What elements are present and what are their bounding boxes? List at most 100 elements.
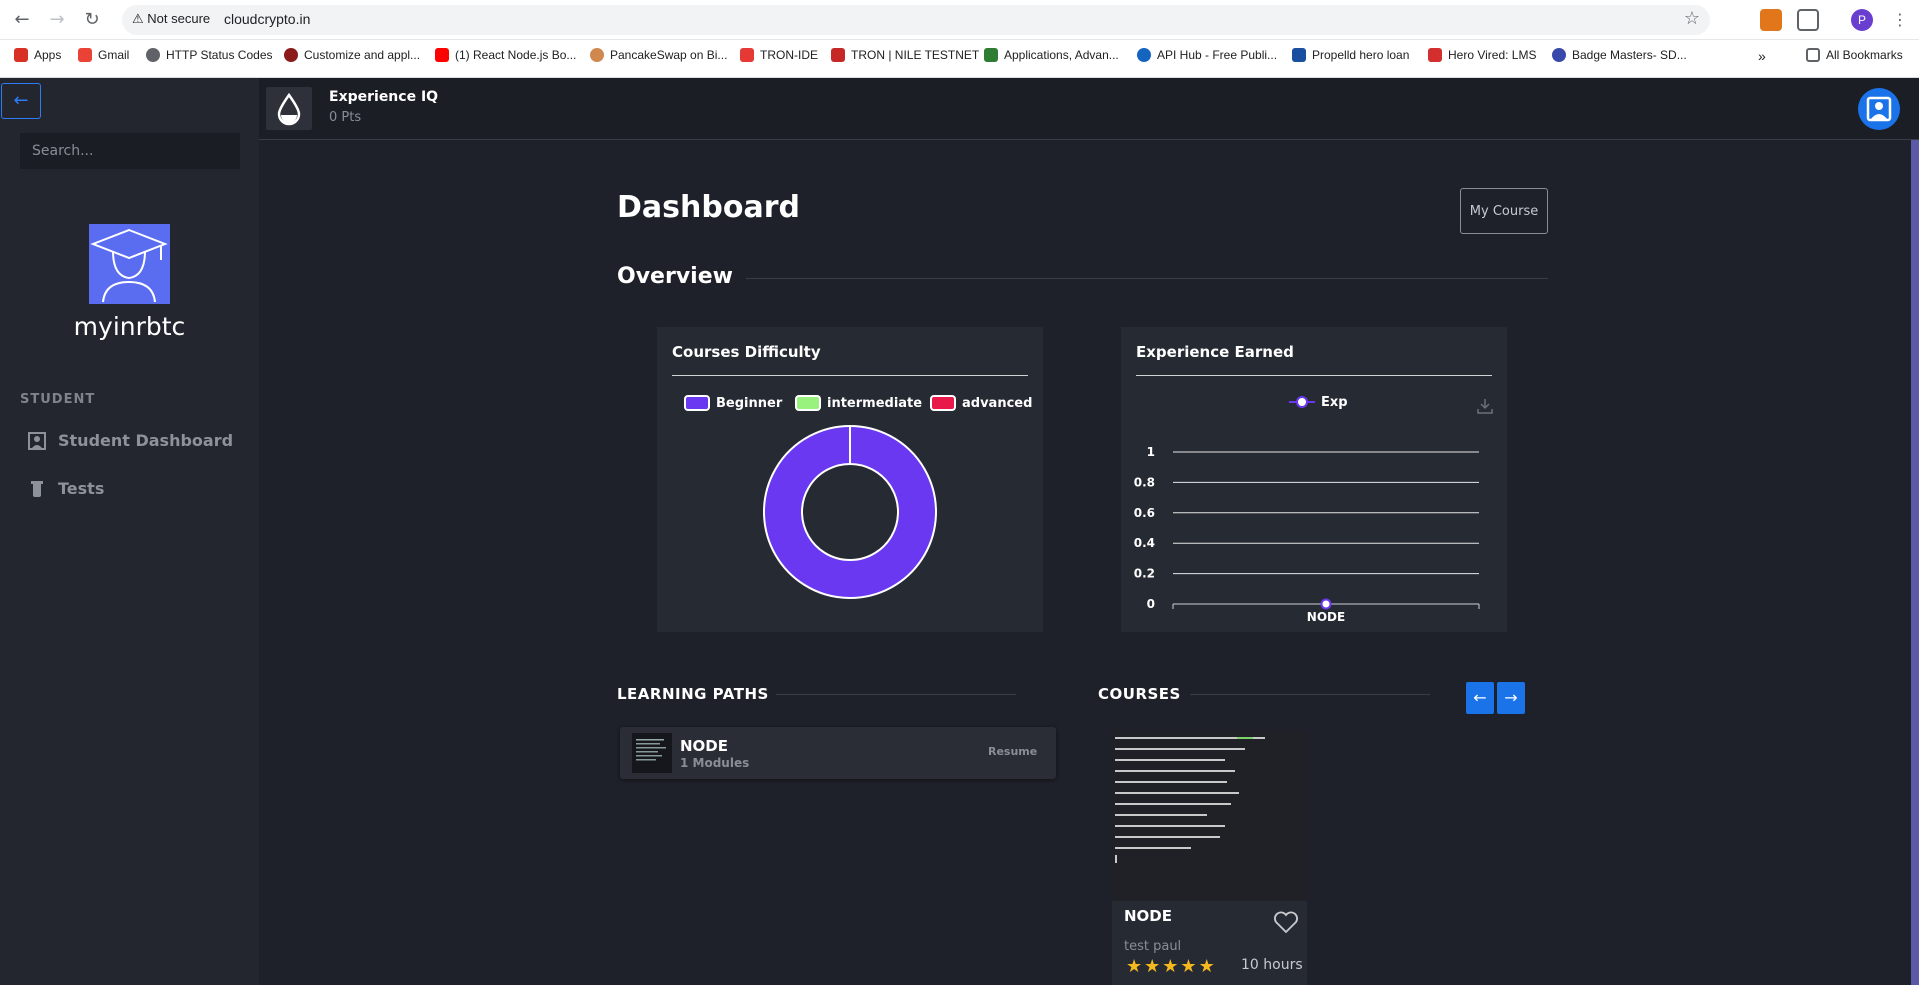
extensions-puzzle-icon[interactable] bbox=[1797, 9, 1819, 31]
courses-difficulty-card: Courses Difficulty Beginner intermediate… bbox=[657, 327, 1043, 632]
address-bar[interactable]: ⚠ Not secure cloudcrypto.in ☆ bbox=[122, 5, 1710, 35]
data-point[interactable] bbox=[1320, 598, 1332, 610]
avatar bbox=[89, 224, 170, 304]
bookmark-tron-ide[interactable]: TRON-IDE bbox=[740, 48, 818, 62]
course-thumbnail bbox=[1112, 731, 1307, 901]
test-tube-icon bbox=[31, 480, 43, 497]
gmail-icon bbox=[78, 48, 92, 62]
app-header: Experience IQ 0 Pts bbox=[259, 78, 1919, 140]
experience-earned-card: Experience Earned Exp 1 0.8 0.6 0.4 0.2 0 NODE bbox=[1121, 327, 1507, 632]
star-icon: ★ bbox=[1180, 956, 1197, 977]
back-arrow-icon[interactable]: ← bbox=[10, 8, 34, 32]
bookmark-badge-masters[interactable]: Badge Masters- SD... bbox=[1552, 48, 1687, 62]
scrollbar[interactable] bbox=[1911, 140, 1919, 985]
legend-swatch bbox=[684, 395, 710, 411]
difficulty-donut-chart bbox=[763, 425, 937, 599]
download-icon[interactable] bbox=[1476, 397, 1494, 415]
course-card[interactable]: NODE test paul ★ ★ ★ ★ ★ 10 hours bbox=[1112, 731, 1307, 985]
divider bbox=[672, 375, 1028, 376]
learning-paths-heading: LEARNING PATHS bbox=[617, 685, 769, 703]
terminal-screenshot-icon bbox=[1115, 737, 1265, 863]
sidebar-item-student-dashboard[interactable]: Student Dashboard bbox=[28, 431, 233, 450]
legend-item-beginner[interactable]: Beginner bbox=[684, 395, 782, 411]
experience-line-chart: 1 0.8 0.6 0.4 0.2 0 NODE bbox=[1134, 445, 1480, 624]
legend-swatch bbox=[930, 395, 956, 411]
user-profile-icon bbox=[1866, 96, 1892, 122]
star-icon: ★ bbox=[1198, 956, 1215, 977]
forward-arrow-icon[interactable]: → bbox=[45, 8, 69, 32]
water-drop-icon bbox=[277, 92, 301, 126]
browser-menu-icon[interactable]: ⋮ bbox=[1892, 8, 1908, 32]
divider bbox=[1136, 375, 1492, 376]
user-profile-button[interactable] bbox=[1858, 88, 1900, 130]
sidebar bbox=[0, 78, 259, 985]
crown-icon bbox=[284, 48, 298, 62]
legend-marker bbox=[1289, 396, 1315, 408]
chart-title: Experience Earned bbox=[1136, 343, 1294, 361]
bookmark-http-status[interactable]: HTTP Status Codes bbox=[146, 48, 273, 62]
arrow-left-icon: ← bbox=[13, 90, 29, 111]
box-icon bbox=[740, 48, 754, 62]
metamask-extension-icon[interactable] bbox=[1760, 9, 1782, 31]
all-bookmarks[interactable]: All Bookmarks bbox=[1806, 48, 1903, 62]
not-secure-badge[interactable]: ⚠ Not secure bbox=[132, 11, 210, 27]
bookmark-apps[interactable]: Apps bbox=[14, 48, 61, 62]
bookmark-star-icon[interactable]: ☆ bbox=[1684, 8, 1700, 29]
bookmark-pancakeswap[interactable]: PancakeSwap on Bi... bbox=[590, 48, 727, 62]
tron-icon bbox=[831, 48, 845, 62]
heart-icon[interactable] bbox=[1273, 909, 1299, 935]
points-label: 0 Pts bbox=[329, 110, 362, 125]
search-input[interactable] bbox=[20, 133, 240, 169]
browser-toolbar: ← → ↻ ⚠ Not secure cloudcrypto.in ☆ P ⋮ bbox=[0, 0, 1919, 40]
arrow-right-icon: → bbox=[1504, 688, 1518, 707]
user-square-icon bbox=[28, 431, 46, 450]
course-title: NODE bbox=[1124, 907, 1173, 925]
course-author: test paul bbox=[1124, 939, 1182, 954]
y-tick-label: 0 bbox=[1147, 597, 1155, 611]
folder-icon bbox=[1806, 48, 1820, 62]
courses-prev-button[interactable]: ← bbox=[1466, 682, 1494, 714]
reload-icon[interactable]: ↻ bbox=[80, 8, 104, 32]
legend-item-intermediate[interactable]: intermediate bbox=[795, 395, 922, 411]
bookmark-applications[interactable]: Applications, Advan... bbox=[984, 48, 1119, 62]
learning-path-thumbnail bbox=[632, 733, 672, 773]
courses-next-button[interactable]: → bbox=[1497, 682, 1525, 714]
profile-avatar[interactable]: P bbox=[1851, 9, 1873, 31]
header-title: Experience IQ bbox=[329, 89, 439, 105]
legend-item-advanced[interactable]: advanced bbox=[930, 395, 1032, 411]
my-course-button[interactable]: My Course bbox=[1460, 188, 1548, 234]
divider bbox=[1190, 694, 1430, 695]
learning-path-card[interactable]: NODE 1 Modules Resume bbox=[620, 727, 1056, 779]
bookmark-hero-vired[interactable]: Hero Vired: LMS bbox=[1428, 48, 1536, 62]
arrow-left-icon: ← bbox=[1473, 688, 1487, 707]
course-duration: 10 hours bbox=[1241, 957, 1303, 973]
collapse-sidebar-button[interactable]: ← bbox=[1, 83, 41, 119]
bookmark-propelld[interactable]: Propelld hero loan bbox=[1292, 48, 1409, 62]
bookmark-react-node[interactable]: (1) React Node.js Bo... bbox=[435, 48, 576, 62]
bookmark-gmail[interactable]: Gmail bbox=[78, 48, 129, 62]
bookmarks-overflow-icon[interactable]: » bbox=[1758, 48, 1766, 64]
bookmark-customize[interactable]: Customize and appl... bbox=[284, 48, 420, 62]
sidebar-item-tests[interactable]: Tests bbox=[28, 479, 104, 498]
sidebar-section-label: STUDENT bbox=[20, 392, 96, 407]
star-icon: ★ bbox=[1162, 956, 1179, 977]
legend-item-exp[interactable]: Exp bbox=[1289, 394, 1348, 410]
globe-icon bbox=[146, 48, 160, 62]
learning-path-title: NODE bbox=[680, 737, 729, 755]
bookmarks-bar: Apps Gmail HTTP Status Codes Customize a… bbox=[0, 40, 1919, 78]
y-tick-label: 0.4 bbox=[1134, 536, 1155, 550]
apps-grid-icon bbox=[14, 48, 28, 62]
divider bbox=[746, 278, 1548, 279]
url-text[interactable]: cloudcrypto.in bbox=[224, 11, 310, 27]
divider bbox=[776, 694, 1016, 695]
youtube-icon bbox=[435, 48, 449, 62]
username: myinrbtc bbox=[73, 312, 186, 341]
overview-heading: Overview bbox=[617, 264, 733, 289]
brand-logo bbox=[266, 87, 312, 130]
rating-stars: ★ ★ ★ ★ ★ bbox=[1126, 957, 1215, 977]
bookmark-tron-nile[interactable]: TRON | NILE TESTNET bbox=[831, 48, 979, 62]
legend-swatch bbox=[795, 395, 821, 411]
bookmark-api-hub[interactable]: API Hub - Free Publi... bbox=[1137, 48, 1277, 62]
resume-button[interactable]: Resume bbox=[988, 745, 1037, 758]
chain-icon bbox=[984, 48, 998, 62]
